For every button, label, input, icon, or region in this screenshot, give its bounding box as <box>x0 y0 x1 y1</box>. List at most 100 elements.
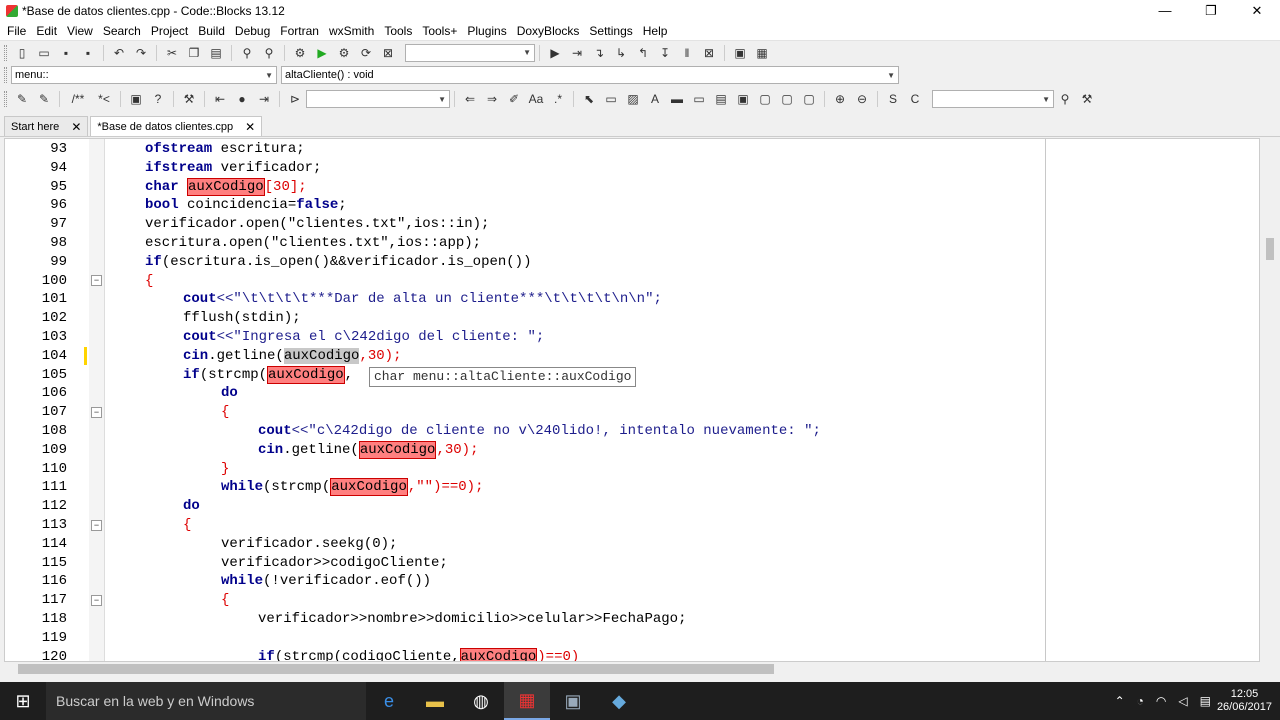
cut-icon[interactable]: ✂ <box>164 45 180 61</box>
menu-build[interactable]: Build <box>193 24 230 38</box>
fold-toggle-icon[interactable]: − <box>91 275 102 286</box>
block-comment-icon[interactable]: /** <box>67 91 89 107</box>
incremental-search-select[interactable]: ▼ <box>306 90 450 108</box>
save-icon[interactable]: ▪ <box>58 45 74 61</box>
close-icon[interactable]: ✕ <box>245 120 255 134</box>
build-icon[interactable]: ⚙ <box>292 45 308 61</box>
next-line-icon[interactable]: ↴ <box>591 45 607 61</box>
panel-icon[interactable]: ▭ <box>691 91 707 107</box>
menu-file[interactable]: File <box>2 24 31 38</box>
save-all-icon[interactable]: ▪ <box>80 45 96 61</box>
symbol-c-icon[interactable]: C <box>907 91 923 107</box>
fold-toggle-icon[interactable]: − <box>91 595 102 606</box>
help-icon[interactable]: ? <box>150 91 166 107</box>
code-editor[interactable]: 93 ofstream escritura; 94 ifstream verific… <box>4 138 1260 662</box>
find-icon[interactable]: ⚲ <box>239 45 255 61</box>
match-case-icon[interactable]: Aa <box>528 91 544 107</box>
wifi-icon[interactable]: ◠ <box>1156 694 1166 708</box>
step-out-icon[interactable]: ↰ <box>635 45 651 61</box>
next-instruction-icon[interactable]: ↧ <box>657 45 673 61</box>
notes-taskbar-icon[interactable]: ◆ <box>596 682 642 720</box>
file-explorer-icon[interactable]: ▬ <box>412 682 458 720</box>
doxy-icon[interactable]: ▣ <box>128 91 144 107</box>
rebuild-icon[interactable]: ⟳ <box>358 45 374 61</box>
paste-icon[interactable]: ▤ <box>208 45 224 61</box>
menu-settings[interactable]: Settings <box>584 24 637 38</box>
horizontal-scrollbar[interactable] <box>4 662 1260 676</box>
clock[interactable]: 12:05 26/06/2017 <box>1217 688 1272 714</box>
stop-debug-icon[interactable]: ⊠ <box>701 45 717 61</box>
function-select[interactable]: altaCliente() : void ▼ <box>281 66 899 84</box>
build-target-select[interactable]: ▼ <box>405 43 535 62</box>
find-prev-icon[interactable]: ⇐ <box>462 91 478 107</box>
open-file-icon[interactable]: ▭ <box>36 45 52 61</box>
comment-icon[interactable]: ✎ <box>14 91 30 107</box>
scroll-thumb[interactable] <box>18 664 774 674</box>
box-icon[interactable]: ▣ <box>735 91 751 107</box>
regex-search-icon[interactable]: .* <box>550 91 566 107</box>
redo-icon[interactable]: ↷ <box>133 45 149 61</box>
restore-button[interactable]: ❐ <box>1188 0 1234 22</box>
debug-continue-icon[interactable]: ▶ <box>547 45 563 61</box>
replace-icon[interactable]: ⚲ <box>261 45 277 61</box>
app-taskbar-icon[interactable]: ▣ <box>550 682 596 720</box>
text-icon[interactable]: A <box>647 91 663 107</box>
edge-icon[interactable]: e <box>366 682 412 720</box>
menu-debug[interactable]: Debug <box>230 24 275 38</box>
build-run-icon[interactable]: ⚙ <box>336 45 352 61</box>
frame2-icon[interactable]: ▢ <box>779 91 795 107</box>
scroll-thumb[interactable] <box>1266 238 1274 260</box>
toolbar-grip[interactable] <box>4 44 7 61</box>
menu-tools-plus[interactable]: Tools+ <box>417 24 462 38</box>
prev-bookmark-icon[interactable]: ⇤ <box>212 91 228 107</box>
notification-icon[interactable]: ▤ <box>1200 694 1211 708</box>
scope-select[interactable]: menu:: ▼ <box>11 66 277 84</box>
run-icon[interactable]: ▶ <box>314 45 330 61</box>
button-icon[interactable]: ▬ <box>669 91 685 107</box>
highlight-icon[interactable]: ✐ <box>506 91 522 107</box>
menu-plugins[interactable]: Plugins <box>462 24 511 38</box>
menu-tools[interactable]: Tools <box>379 24 417 38</box>
network-icon[interactable]: ◔ <box>1137 694 1144 708</box>
close-icon[interactable]: ✕ <box>71 120 81 134</box>
menu-fortran[interactable]: Fortran <box>275 24 324 38</box>
menu-edit[interactable]: Edit <box>31 24 62 38</box>
menu-wxsmith[interactable]: wxSmith <box>324 24 379 38</box>
run-to-cursor-icon[interactable]: ⇥ <box>569 45 585 61</box>
zoom-out-icon[interactable]: ⊖ <box>854 91 870 107</box>
rect-icon[interactable]: ▭ <box>603 91 619 107</box>
menu-help[interactable]: Help <box>638 24 673 38</box>
symbol-s-icon[interactable]: S <box>885 91 901 107</box>
wrench-icon[interactable]: ⚒ <box>181 91 197 107</box>
tab-base-de-datos[interactable]: *Base de datos clientes.cpp ✕ <box>90 116 263 136</box>
frame3-icon[interactable]: ▢ <box>801 91 817 107</box>
windows-start-icon[interactable]: ⊞ <box>0 682 46 720</box>
debug-windows-icon[interactable]: ▣ <box>732 45 748 61</box>
menu-view[interactable]: View <box>62 24 98 38</box>
info-icon[interactable]: ▦ <box>754 45 770 61</box>
abort-icon[interactable]: ⊠ <box>380 45 396 61</box>
menu-project[interactable]: Project <box>146 24 193 38</box>
whatsapp-icon[interactable]: ◍ <box>458 682 504 720</box>
vertical-scrollbar[interactable] <box>1260 138 1280 662</box>
frame-icon[interactable]: ▢ <box>757 91 773 107</box>
regex-icon[interactable]: ⊳ <box>287 91 303 107</box>
uncomment-icon[interactable]: ✎ <box>36 91 52 107</box>
select-icon[interactable]: ⬉ <box>581 91 597 107</box>
find-next-icon[interactable]: ⇒ <box>484 91 500 107</box>
zoom-in-icon[interactable]: ⊕ <box>832 91 848 107</box>
volume-icon[interactable]: ◁ <box>1178 694 1187 708</box>
codeblocks-taskbar-icon[interactable]: ▦ <box>504 682 550 720</box>
step-into-icon[interactable]: ↳ <box>613 45 629 61</box>
chevron-up-icon[interactable]: ⌃ <box>1115 694 1125 708</box>
undo-icon[interactable]: ↶ <box>111 45 127 61</box>
toggle-bookmark-icon[interactable]: ● <box>234 91 250 107</box>
menu-search[interactable]: Search <box>98 24 146 38</box>
symbol-search-select[interactable]: ▼ <box>932 90 1054 108</box>
image-icon[interactable]: ▨ <box>625 91 641 107</box>
search-icon[interactable]: ⚲ <box>1057 91 1073 107</box>
fold-toggle-icon[interactable]: − <box>91 407 102 418</box>
fold-toggle-icon[interactable]: − <box>91 520 102 531</box>
line-comment-icon[interactable]: *< <box>95 91 113 107</box>
grid-icon[interactable]: ▤ <box>713 91 729 107</box>
